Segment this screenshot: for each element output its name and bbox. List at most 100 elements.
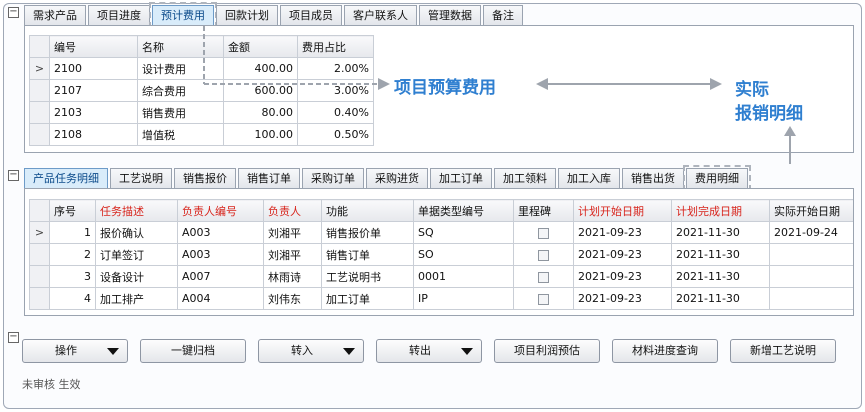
milestone-checkbox[interactable] [538, 293, 549, 305]
tab-processing-material[interactable]: 加工领料 [494, 168, 556, 188]
cell-owner[interactable]: 刘湘平 [263, 221, 322, 244]
tab-sales-order[interactable]: 销售订单 [238, 168, 300, 188]
table-row[interactable]: 4 加工排产 A004 刘伟东 加工订单 IP 2021-09-23 2021-… [29, 287, 853, 310]
cell-no[interactable]: 2 [49, 243, 96, 266]
col-header-name[interactable]: 名称 [137, 35, 224, 58]
transfer-in-button[interactable]: 转入 [258, 339, 364, 363]
tab-customer-contacts[interactable]: 客户联系人 [344, 5, 417, 25]
milestone-checkbox[interactable] [538, 271, 549, 283]
cell-ratio[interactable]: 3.00% [297, 79, 374, 102]
cell-name[interactable]: 增值税 [137, 123, 224, 146]
profit-forecast-button[interactable]: 项目利润预估 [494, 339, 600, 363]
cell-no[interactable]: 4 [49, 287, 96, 310]
col-header-no[interactable]: 序号 [49, 199, 96, 222]
table-row[interactable]: > 1 报价确认 A003 刘湘平 销售报价单 SQ 2021-09-23 20… [29, 221, 853, 244]
cell-task-desc[interactable]: 报价确认 [95, 221, 178, 244]
col-header-plan-end[interactable]: 计划完成日期 [671, 199, 770, 222]
cell-function[interactable]: 销售订单 [321, 243, 414, 266]
collapse-top-icon[interactable]: − [8, 7, 19, 18]
tab-management-data[interactable]: 管理数据 [419, 5, 481, 25]
tab-project-progress[interactable]: 项目进度 [88, 5, 150, 25]
cell-actual-start[interactable]: 2021-09-24 [769, 221, 853, 244]
tab-estimated-cost[interactable]: 预计费用 [149, 2, 217, 28]
col-header-actual-start[interactable]: 实际开始日期 [769, 199, 853, 222]
milestone-checkbox[interactable] [538, 227, 549, 239]
cell-amount[interactable]: 400.00 [223, 57, 298, 80]
tab-expense-detail[interactable]: 费用明细 [683, 165, 751, 191]
cell-no[interactable]: 3 [49, 265, 96, 288]
archive-button[interactable]: 一键归档 [140, 339, 246, 363]
cell-plan-end[interactable]: 2021-11-30 [671, 265, 770, 288]
cell-owner[interactable]: 刘湘平 [263, 243, 322, 266]
cell-actual-start[interactable] [769, 287, 853, 310]
cell-task-desc[interactable]: 加工排产 [95, 287, 178, 310]
tab-process-notes[interactable]: 工艺说明 [110, 168, 172, 188]
cell-task-desc[interactable]: 设备设计 [95, 265, 178, 288]
cell-doc-type[interactable]: SO [413, 243, 514, 266]
cell-amount[interactable]: 100.00 [223, 123, 298, 146]
cell-owner[interactable]: 刘伟东 [263, 287, 322, 310]
cell-plan-start[interactable]: 2021-09-23 [573, 221, 672, 244]
col-header-owner-code[interactable]: 负责人编号 [177, 199, 264, 222]
cell-owner-code[interactable]: A007 [177, 265, 264, 288]
cell-task-desc[interactable]: 订单签订 [95, 243, 178, 266]
milestone-checkbox[interactable] [538, 249, 549, 261]
col-header-ratio[interactable]: 费用占比 [297, 35, 374, 58]
col-header-function[interactable]: 功能 [321, 199, 414, 222]
cell-code[interactable]: 2107 [49, 79, 138, 102]
col-header-code[interactable]: 编号 [49, 35, 138, 58]
cell-name[interactable]: 销售费用 [137, 101, 224, 124]
tab-processing-storage[interactable]: 加工入库 [558, 168, 620, 188]
cell-owner-code[interactable]: A004 [177, 287, 264, 310]
cell-plan-start[interactable]: 2021-09-23 [573, 265, 672, 288]
operate-button[interactable]: 操作 [22, 339, 128, 363]
cell-function[interactable]: 加工订单 [321, 287, 414, 310]
cell-no[interactable]: 1 [49, 221, 96, 244]
table-row[interactable]: 2107 综合费用 600.00 3.00% [29, 79, 374, 102]
tab-notes[interactable]: 备注 [483, 5, 523, 25]
cell-actual-start[interactable] [769, 243, 853, 266]
cell-code[interactable]: 2100 [49, 57, 138, 80]
cell-doc-type[interactable]: 0001 [413, 265, 514, 288]
table-row[interactable]: > 2100 设计费用 400.00 2.00% [29, 57, 374, 80]
tab-payment-plan[interactable]: 回款计划 [216, 5, 278, 25]
col-header-doc-type[interactable]: 单据类型编号 [413, 199, 514, 222]
cell-function[interactable]: 工艺说明书 [321, 265, 414, 288]
tab-product-tasks[interactable]: 产品任务明细 [24, 168, 108, 188]
col-header-task-desc[interactable]: 任务描述 [95, 199, 178, 222]
cell-ratio[interactable]: 0.50% [297, 123, 374, 146]
cell-ratio[interactable]: 0.40% [297, 101, 374, 124]
cell-amount[interactable]: 80.00 [223, 101, 298, 124]
col-header-plan-start[interactable]: 计划开始日期 [573, 199, 672, 222]
col-header-amount[interactable]: 金额 [223, 35, 298, 58]
tab-purchase-receipt[interactable]: 采购进货 [366, 168, 428, 188]
tab-demand-products[interactable]: 需求产品 [24, 5, 86, 25]
cell-doc-type[interactable]: SQ [413, 221, 514, 244]
cell-name[interactable]: 设计费用 [137, 57, 224, 80]
cell-actual-start[interactable] [769, 265, 853, 288]
add-process-note-button[interactable]: 新增工艺说明 [730, 339, 836, 363]
cell-function[interactable]: 销售报价单 [321, 221, 414, 244]
col-header-milestone[interactable]: 里程碑 [513, 199, 574, 222]
cell-amount[interactable]: 600.00 [223, 79, 298, 102]
tab-project-members[interactable]: 项目成员 [280, 5, 342, 25]
cell-owner-code[interactable]: A003 [177, 221, 264, 244]
table-row[interactable]: 3 设备设计 A007 林雨诗 工艺说明书 0001 2021-09-23 20… [29, 265, 853, 288]
cell-plan-end[interactable]: 2021-11-30 [671, 243, 770, 266]
transfer-out-button[interactable]: 转出 [376, 339, 482, 363]
collapse-bottom-icon[interactable]: − [8, 170, 19, 181]
col-header-owner[interactable]: 负责人 [263, 199, 322, 222]
cell-code[interactable]: 2103 [49, 101, 138, 124]
cell-plan-end[interactable]: 2021-11-30 [671, 287, 770, 310]
cell-plan-start[interactable]: 2021-09-23 [573, 243, 672, 266]
tab-purchase-order[interactable]: 采购订单 [302, 168, 364, 188]
tab-processing-order[interactable]: 加工订单 [430, 168, 492, 188]
cell-owner-code[interactable]: A003 [177, 243, 264, 266]
collapse-toolbar-icon[interactable]: − [8, 332, 19, 343]
material-progress-button[interactable]: 材料进度查询 [612, 339, 718, 363]
tab-sales-quote[interactable]: 销售报价 [174, 168, 236, 188]
cell-name[interactable]: 综合费用 [137, 79, 224, 102]
tab-sales-shipment[interactable]: 销售出货 [622, 168, 684, 188]
table-row[interactable]: 2 订单签订 A003 刘湘平 销售订单 SO 2021-09-23 2021-… [29, 243, 853, 266]
cell-ratio[interactable]: 2.00% [297, 57, 374, 80]
